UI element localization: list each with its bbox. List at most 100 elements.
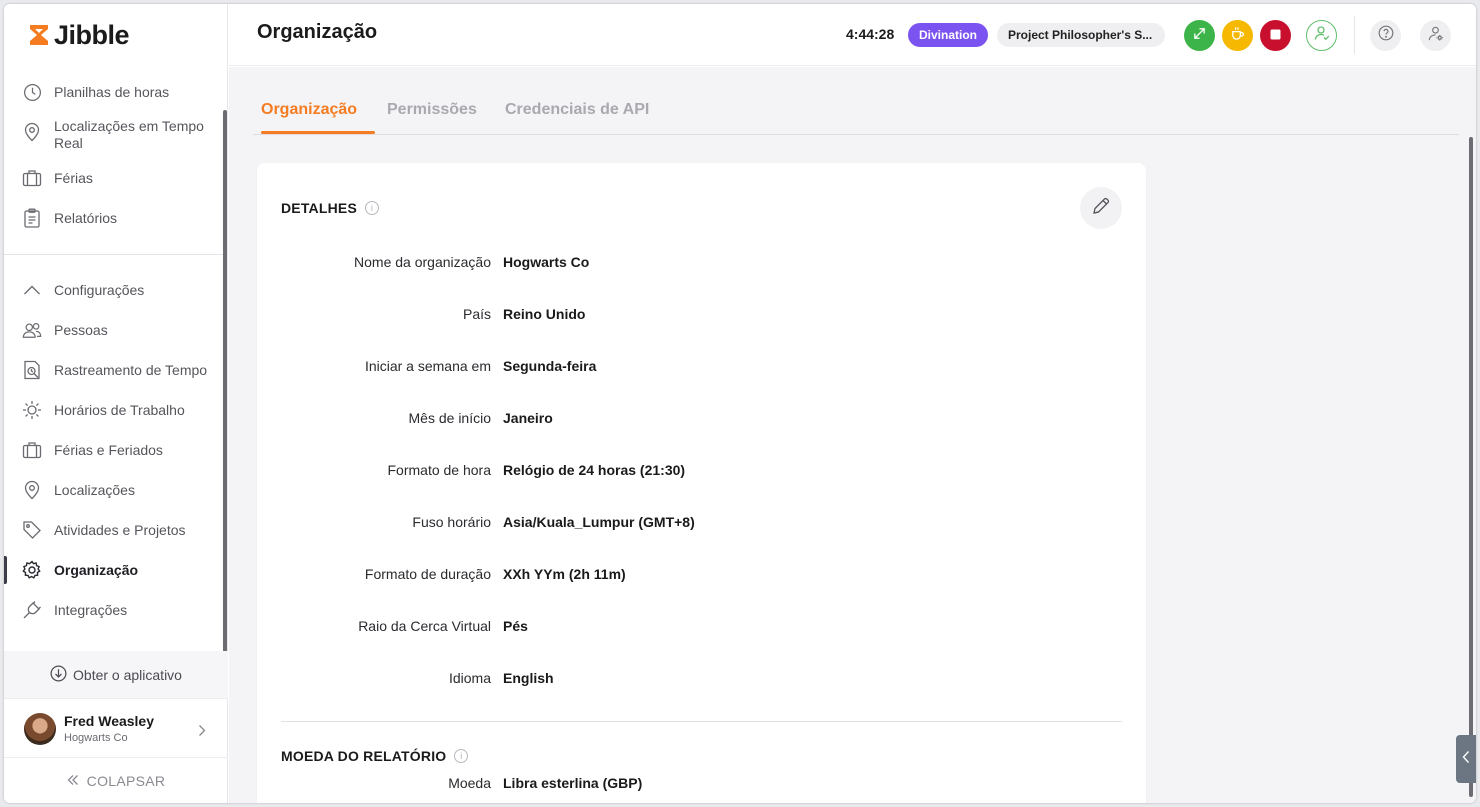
field-label: Mês de início [408,410,491,426]
question-circle-icon [1378,25,1394,46]
tab-api-credentials[interactable]: Credenciais de API [505,101,649,119]
sidebar-item-label: Atividades e Projetos [54,522,186,538]
sidebar-item-label: Planilhas de horas [54,84,170,100]
sidebar-item-organization[interactable]: Organização [4,550,224,590]
sidebar-item-label: Férias [54,170,93,186]
location-pin-icon [22,480,42,500]
logo-text: Jibble [54,19,130,50]
suitcase-icon [22,440,42,460]
gear-icon [22,560,42,580]
location-pin-icon [22,122,42,142]
collapse-sidebar-button[interactable]: COLAPSAR [4,764,228,798]
sidebar-item-time-tracking[interactable]: Rastreamento de Tempo [4,350,224,390]
detail-row-language: Idioma English [257,670,1146,690]
field-value: Janeiro [503,410,553,426]
field-label: Formato de hora [387,462,492,478]
field-label: Raio da Cerca Virtual [358,618,491,634]
sidebar-item-label: Horários de Trabalho [54,402,185,418]
stop-timer-button[interactable] [1260,20,1291,51]
get-app-button[interactable]: Obter o aplicativo [4,651,228,699]
stop-icon [1270,27,1281,45]
info-icon[interactable]: i [454,749,469,763]
sidebar-item-leave-holidays[interactable]: Férias e Feriados [4,430,224,470]
user-gear-icon [1427,25,1444,47]
sidebar-settings-nav: Configurações Pessoas Rastreamento de Te… [4,270,224,630]
settings-people-button[interactable] [1420,20,1451,51]
chevron-right-icon [198,724,206,742]
field-value: English [503,670,554,686]
content-scrollbar[interactable] [1469,137,1473,797]
sidebar-item-live-locations[interactable]: Localizações em Tempo Real [4,112,224,158]
info-icon[interactable]: i [365,201,380,215]
user-org: Hogwarts Co [64,732,128,744]
download-icon [50,665,67,685]
app-window: Jibble Planilhas de horas Localizações e… [4,4,1476,803]
field-label: Idioma [448,670,491,686]
break-button[interactable] [1222,20,1253,51]
field-label: Moeda [448,775,491,791]
field-value: Reino Unido [503,306,586,322]
time-tracking-icon [22,360,42,380]
details-title-text: DETALHES [281,200,358,216]
collapse-label: COLAPSAR [86,773,166,789]
user-name: Fred Weasley [64,713,155,729]
user-profile[interactable]: Fred Weasley Hogwarts Co [4,700,228,758]
plug-icon [22,600,42,620]
topbar-divider [1354,16,1355,54]
detail-row-country: País Reino Unido [257,306,1146,326]
sidebar-item-people[interactable]: Pessoas [4,310,224,350]
sidebar-item-label: Relatórios [54,210,118,226]
expand-panel-button[interactable] [1456,735,1476,783]
field-label: Nome da organização [354,254,491,270]
sidebar-divider [4,254,228,255]
sidebar-scrollbar[interactable] [223,110,227,655]
sidebar-item-reports[interactable]: Relatórios [4,198,224,238]
help-button[interactable] [1370,20,1401,51]
detail-row-week-start: Iniciar a semana em Segunda-feira [257,358,1146,378]
sidebar-item-label: Organização [54,562,139,578]
detail-row-duration-format: Formato de duração XXh YYm (2h 11m) [257,566,1146,586]
tab-organization[interactable]: Organização [261,101,357,119]
pencil-icon [1091,196,1111,221]
field-label: País [462,306,491,322]
user-check-icon [1314,25,1330,46]
current-activity-badge[interactable]: Divination [908,23,989,47]
sidebar: Jibble Planilhas de horas Localizações e… [4,4,228,803]
get-app-label: Obter o aplicativo [73,666,182,683]
detail-row-timezone: Fuso horário Asia/Kuala_Lumpur (GMT+8) [257,514,1146,534]
sidebar-item-label: Configurações [54,282,145,298]
suitcase-icon [22,168,42,188]
tracking-timer: 4:44:28 [846,26,895,42]
field-label: Iniciar a semana em [364,358,491,374]
edit-details-button[interactable] [1080,187,1122,229]
details-section-title: DETALHES i [281,200,380,216]
avatar [24,712,56,745]
field-value: Pés [503,618,528,634]
field-label: Formato de duração [364,566,491,582]
double-chevron-left-icon [67,773,79,789]
detail-row-geofence-radius: Raio da Cerca Virtual Pés [257,618,1146,638]
tab-permissions[interactable]: Permissões [387,101,477,119]
attendance-status-button[interactable] [1306,20,1337,51]
organization-details-card: DETALHES i Nome da organização Hogwarts … [257,163,1146,803]
current-project-badge[interactable]: Project Philosopher's S... [997,23,1165,47]
sidebar-item-work-schedules[interactable]: Horários de Trabalho [4,390,224,430]
field-value: Segunda-feira [503,358,597,374]
sidebar-top-nav: Planilhas de horas Localizações em Tempo… [4,72,224,238]
sidebar-item-integrations[interactable]: Integrações [4,590,224,630]
sidebar-item-label: Integrações [54,602,128,618]
active-tab-indicator [261,131,375,134]
sidebar-item-timesheets[interactable]: Planilhas de horas [4,72,224,112]
page-title: Organização [257,21,378,43]
chevron-up-icon [22,280,42,300]
clock-icon [22,82,42,102]
field-value: Hogwarts Co [503,254,590,270]
sidebar-item-time-off[interactable]: Férias [4,158,224,198]
jibble-logo[interactable]: Jibble [28,19,130,50]
sidebar-item-locations[interactable]: Localizações [4,470,224,510]
sidebar-item-label: Localizações em Tempo Real [54,118,204,151]
detail-row-start-month: Mês de início Janeiro [257,410,1146,430]
switch-activity-button[interactable] [1184,20,1215,51]
sidebar-item-settings-toggle[interactable]: Configurações [4,270,224,310]
sidebar-item-activities-projects[interactable]: Atividades e Projetos [4,510,224,550]
